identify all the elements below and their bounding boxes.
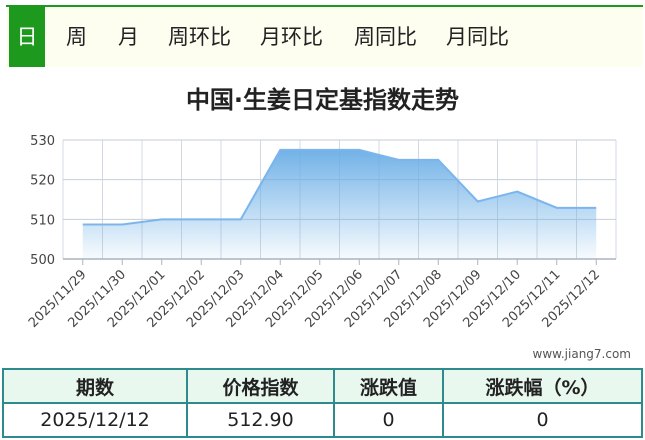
cell-period: 2025/12/12 xyxy=(2,402,188,438)
header-change-percent: 涨跌幅（%） xyxy=(442,368,643,404)
y-tick-label: 520 xyxy=(30,174,55,189)
y-tick-label: 530 xyxy=(30,134,55,149)
index-table: 期数 价格指数 涨跌值 涨跌幅（%） 2025/12/12 512.90 0 0 xyxy=(2,368,643,438)
tab-week[interactable]: 周 xyxy=(66,7,87,67)
watermark: www.jiang7.com xyxy=(532,347,631,361)
tab-day[interactable]: 日 xyxy=(9,7,45,67)
tab-month-year-over-year[interactable]: 月同比 xyxy=(446,7,509,67)
tab-week-over-week[interactable]: 周环比 xyxy=(168,7,231,67)
tab-month[interactable]: 月 xyxy=(118,7,139,67)
table-row: 2025/12/12 512.90 0 0 xyxy=(2,402,643,438)
header-period: 期数 xyxy=(2,368,188,404)
chart-title: 中国·生姜日定基指数走势 xyxy=(185,86,460,114)
table-header-row: 期数 价格指数 涨跌值 涨跌幅（%） xyxy=(2,368,643,404)
header-price-index: 价格指数 xyxy=(186,368,335,404)
cell-price-index: 512.90 xyxy=(186,402,335,438)
cell-change-percent: 0 xyxy=(442,402,643,438)
period-tabs: 日 周 月 周环比 月环比 周同比 月同比 xyxy=(6,5,643,67)
tab-month-over-month[interactable]: 月环比 xyxy=(260,7,323,67)
header-change-value: 涨跌值 xyxy=(333,368,444,404)
cell-change-value: 0 xyxy=(333,402,444,438)
y-tick-label: 500 xyxy=(30,253,55,268)
y-tick-label: 510 xyxy=(30,213,55,228)
tab-week-year-over-year[interactable]: 周同比 xyxy=(354,7,417,67)
index-chart: 5005105205302025/11/292025/11/302025/12/… xyxy=(26,134,617,331)
series-area xyxy=(82,149,597,259)
